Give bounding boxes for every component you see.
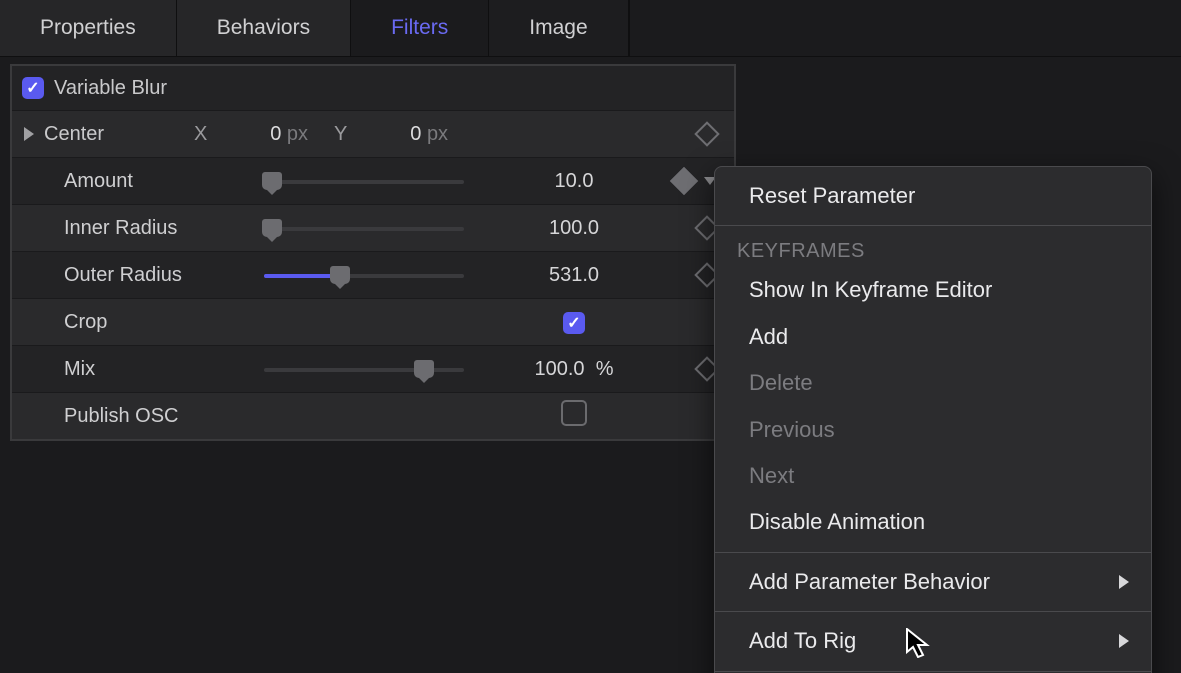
disclosure-triangle-icon[interactable] xyxy=(24,127,34,141)
center-xy-fields[interactable]: X 0 px Y 0 px xyxy=(194,123,534,146)
tab-properties[interactable]: Properties xyxy=(0,0,177,56)
amount-slider[interactable] xyxy=(264,171,464,191)
center-x-value[interactable]: 0 xyxy=(233,123,281,146)
param-label-publish-osc: Publish OSC xyxy=(12,405,264,428)
inspector-tabbar: Properties Behaviors Filters Image xyxy=(0,0,1181,57)
submenu-arrow-icon xyxy=(1119,634,1129,648)
param-row-publish-osc: Publish OSC xyxy=(12,393,734,439)
center-x-label: X xyxy=(194,123,207,146)
outer-radius-slider[interactable] xyxy=(264,265,464,285)
keyframe-toggle-icon[interactable] xyxy=(694,121,719,146)
menu-item-label: Add xyxy=(749,324,788,350)
menu-item-label: Disable Animation xyxy=(749,509,925,535)
param-label-center: Center xyxy=(44,123,194,146)
menu-item-label: Delete xyxy=(749,370,813,396)
center-y-label: Y xyxy=(334,123,347,146)
menu-separator xyxy=(715,552,1151,553)
param-row-outer-radius: Outer Radius 531.0 xyxy=(12,252,734,299)
filter-inspector-panel: ✓ Variable Blur Center X 0 px Y 0 px Amo… xyxy=(10,64,736,441)
menu-item-label: Previous xyxy=(749,417,835,443)
menu-item-next-keyframe: Next xyxy=(715,453,1151,499)
tab-filters[interactable]: Filters xyxy=(351,0,489,56)
tab-behaviors[interactable]: Behaviors xyxy=(177,0,351,56)
menu-item-show-in-keyframe-editor[interactable]: Show In Keyframe Editor xyxy=(715,267,1151,313)
menu-item-label: Reset Parameter xyxy=(749,183,915,209)
menu-section-keyframes: KEYFRAMES xyxy=(715,232,1151,267)
menu-separator xyxy=(715,611,1151,612)
amount-value[interactable]: 10.0 xyxy=(494,170,654,193)
center-y-unit: px xyxy=(427,123,448,145)
outer-radius-value[interactable]: 531.0 xyxy=(494,264,654,287)
keyframe-toggle-icon[interactable] xyxy=(670,167,698,195)
menu-item-label: Add Parameter Behavior xyxy=(749,569,990,595)
crop-checkbox[interactable]: ✓ xyxy=(563,312,585,334)
menu-item-label: Next xyxy=(749,463,794,489)
param-label-inner-radius: Inner Radius xyxy=(12,217,264,240)
menu-item-label: Add To Rig xyxy=(749,628,856,654)
menu-item-add-to-rig[interactable]: Add To Rig xyxy=(715,618,1151,664)
center-y-value[interactable]: 0 xyxy=(373,123,421,146)
param-label-outer-radius: Outer Radius xyxy=(12,264,264,287)
tabbar-spacer xyxy=(629,0,1181,56)
filter-header[interactable]: ✓ Variable Blur xyxy=(12,66,734,111)
menu-separator xyxy=(715,671,1151,672)
inner-radius-slider[interactable] xyxy=(264,218,464,238)
menu-item-previous-keyframe: Previous xyxy=(715,407,1151,453)
menu-separator xyxy=(715,225,1151,226)
param-label-amount: Amount xyxy=(12,170,264,193)
publish-osc-checkbox[interactable] xyxy=(561,400,587,426)
param-row-mix: Mix 100.0 % xyxy=(12,346,734,393)
mix-slider[interactable] xyxy=(264,359,464,379)
menu-item-reset-parameter[interactable]: Reset Parameter xyxy=(715,173,1151,219)
param-label-crop: Crop xyxy=(12,311,264,334)
mix-value[interactable]: 100.0 xyxy=(535,358,585,380)
parameter-context-menu: Reset Parameter KEYFRAMES Show In Keyfra… xyxy=(714,166,1152,673)
center-x-unit: px xyxy=(287,123,308,145)
menu-item-label: Show In Keyframe Editor xyxy=(749,277,992,303)
filter-enable-checkbox[interactable]: ✓ xyxy=(22,77,44,99)
param-row-center: Center X 0 px Y 0 px xyxy=(12,111,734,158)
menu-item-disable-animation[interactable]: Disable Animation xyxy=(715,499,1151,545)
param-label-mix: Mix xyxy=(12,358,264,381)
menu-item-add-keyframe[interactable]: Add xyxy=(715,314,1151,360)
inner-radius-value[interactable]: 100.0 xyxy=(494,217,654,240)
param-row-crop: Crop ✓ xyxy=(12,299,734,346)
filter-name: Variable Blur xyxy=(54,77,167,100)
param-row-amount: Amount 10.0 xyxy=(12,158,734,205)
menu-item-add-parameter-behavior[interactable]: Add Parameter Behavior xyxy=(715,559,1151,605)
param-row-inner-radius: Inner Radius 100.0 xyxy=(12,205,734,252)
tab-image[interactable]: Image xyxy=(489,0,628,56)
menu-item-delete-keyframe: Delete xyxy=(715,360,1151,406)
mix-unit: % xyxy=(596,358,614,380)
submenu-arrow-icon xyxy=(1119,575,1129,589)
